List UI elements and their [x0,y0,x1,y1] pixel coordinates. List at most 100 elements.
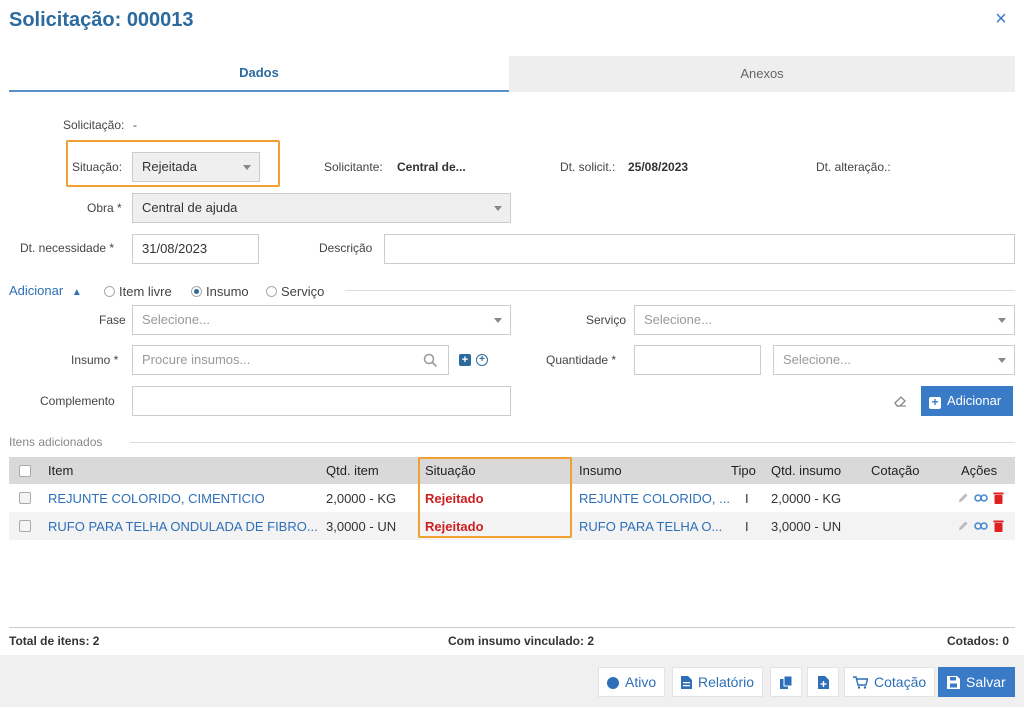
add-document-button[interactable] [807,667,839,697]
row-insumo-link[interactable]: REJUNTE COLORIDO, ... [579,491,730,506]
save-icon [947,676,960,689]
descricao-label: Descrição [319,241,373,255]
link-icon[interactable] [974,493,988,503]
trash-icon[interactable] [993,519,1004,532]
file-plus-icon [818,676,829,689]
dt-necessidade-value: 31/08/2023 [142,241,208,256]
row-insumo-link[interactable]: RUFO PARA TELHA O... [579,519,722,534]
complemento-label: Complemento [40,394,115,408]
tab-anexos[interactable]: Anexos [509,56,1015,92]
situacao-label: Situação: [72,160,123,174]
complemento-input[interactable] [132,386,511,416]
add-item-button-label: Adicionar [947,393,1002,408]
select-all-checkbox[interactable] [19,465,31,477]
ativo-button-label: Ativo [625,674,657,690]
chevron-down-icon [494,318,502,323]
col-item[interactable]: Item [48,463,73,478]
descricao-input[interactable] [384,234,1015,264]
cart-icon [853,676,868,689]
chevron-down-icon [243,165,251,170]
chevron-up-icon: ▲ [71,287,82,298]
trash-icon[interactable] [993,491,1004,504]
obra-label: Obra * [87,201,122,215]
cotacao-button[interactable]: Cotação [844,667,936,697]
row-checkbox[interactable] [19,520,31,532]
chevron-down-icon [998,358,1006,363]
dt-solicit-value: 25/08/2023 [628,160,689,174]
dt-necessidade-label: Dt. necessidade * [20,241,115,255]
radio-item-livre[interactable]: Item livre [104,284,172,299]
relatorio-button-label: Relatório [698,674,755,690]
row-item-link[interactable]: RUFO PARA TELHA ONDULADA DE FIBRO... [48,519,318,534]
dt-necessidade-input[interactable]: 31/08/2023 [132,234,259,264]
col-qtd-insumo[interactable]: Qtd. insumo [771,463,841,478]
edit-icon[interactable] [957,520,969,532]
search-icon[interactable] [423,353,438,368]
insumo-placeholder: Procure insumos... [142,352,251,367]
quantidade-input[interactable] [634,345,761,375]
situacao-value: Rejeitada [142,159,197,174]
copy-icon [780,675,793,689]
solicitante-label: Solicitante: [324,160,383,174]
solicitante-value: Central de... [397,160,466,174]
ativo-button[interactable]: Ativo [598,667,666,697]
col-tipo[interactable]: Tipo [731,463,756,478]
dt-solicit-label: Dt. solicit.: [560,160,616,174]
footer-divider [9,627,1015,628]
edit-icon[interactable] [957,492,969,504]
solicitacao-label: Solicitação: [63,118,125,132]
add-item-button[interactable]: + Adicionar [921,386,1013,416]
relatorio-button[interactable]: Relatório [672,667,764,697]
plus-icon: + [929,396,941,409]
radio-icon [266,286,277,297]
radio-servico[interactable]: Serviço [266,284,324,299]
unidade-placeholder: Selecione... [783,352,851,367]
com-insumo-vinculado: Com insumo vinculado: 2 [448,634,595,648]
section-divider [345,290,1015,291]
row-qtd-item: 3,0000 - UN [326,519,397,534]
row-qtd-insumo: 2,0000 - KG [771,491,842,506]
insumo-search-input[interactable]: Procure insumos... [132,345,449,375]
document-icon [681,676,692,689]
add-square-icon[interactable]: + [459,354,471,366]
salvar-button-label: Salvar [966,674,1006,690]
cotados: Cotados: 0 [947,634,1010,648]
close-icon[interactable]: × [992,8,1010,30]
row-qtd-insumo: 3,0000 - UN [771,519,842,534]
eraser-icon[interactable] [894,395,908,407]
section-divider [130,442,1015,443]
link-icon[interactable] [974,521,988,531]
col-qtd-item[interactable]: Qtd. item [326,463,379,478]
radio-selected-icon [191,286,202,297]
row-item-link[interactable]: REJUNTE COLORIDO, CIMENTICIO [48,491,265,506]
salvar-button[interactable]: Salvar [938,667,1015,697]
situacao-select[interactable]: Rejeitada [132,152,260,182]
page-title: Solicitação: 000013 [9,9,194,31]
situacao-column-highlight [418,457,572,538]
servico-select[interactable]: Selecione... [634,305,1015,335]
row-checkbox[interactable] [19,492,31,504]
tab-dados[interactable]: Dados [9,56,509,92]
radio-insumo[interactable]: Insumo [191,284,249,299]
add-circle-icon[interactable]: + [476,354,488,366]
servico-label: Serviço [586,313,627,327]
unidade-select[interactable]: Selecione... [773,345,1015,375]
solicitacao-value: - [133,118,137,132]
col-cotacao[interactable]: Cotação [871,463,919,478]
copy-button[interactable] [770,667,802,697]
fase-placeholder: Selecione... [142,312,210,327]
quantidade-label: Quantidade * [546,353,617,367]
col-insumo[interactable]: Insumo [579,463,622,478]
adicionar-toggle-label: Adicionar [9,283,64,298]
obra-value: Central de ajuda [142,200,238,215]
row-tipo: I [745,491,749,506]
total-itens: Total de itens: 2 [9,634,100,648]
fase-select[interactable]: Selecione... [132,305,511,335]
col-acoes: Ações [961,463,998,478]
radio-insumo-label: Insumo [206,284,249,299]
adicionar-toggle[interactable]: Adicionar ▲ [9,283,82,298]
fase-label: Fase [99,313,126,327]
radio-icon [104,286,115,297]
obra-select[interactable]: Central de ajuda [132,193,511,223]
chevron-down-icon [494,206,502,211]
